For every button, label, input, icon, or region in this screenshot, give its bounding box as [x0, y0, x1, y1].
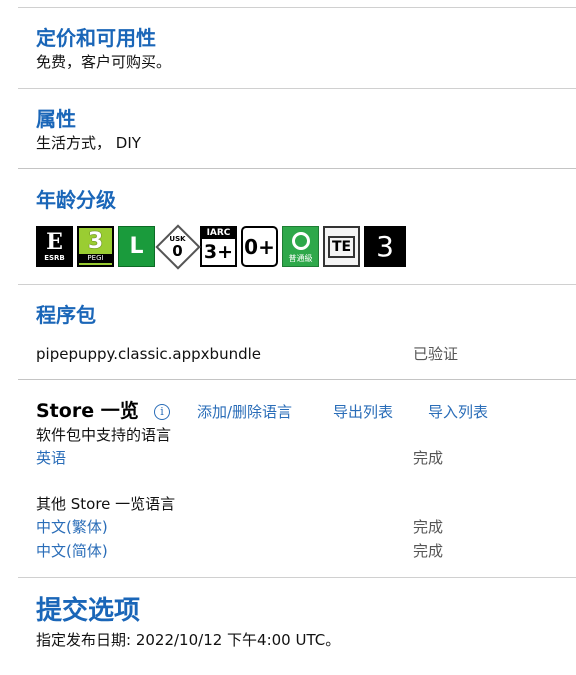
language-status: 完成: [413, 449, 444, 467]
pricing-heading[interactable]: 定价和可用性: [36, 26, 156, 50]
divider: [18, 577, 576, 578]
taiwan-general-rating-icon: 普通級: [282, 226, 319, 267]
submission-options-heading[interactable]: 提交选项: [36, 595, 140, 627]
export-list-link[interactable]: 导出列表: [333, 402, 393, 422]
language-status: 完成: [413, 542, 444, 560]
esrb-e-rating-icon: E ESRB: [36, 226, 73, 267]
usk-0-rating-icon: USK 0: [154, 223, 201, 270]
te-rating-icon: TE: [323, 226, 360, 267]
language-link-english[interactable]: 英语: [36, 448, 66, 468]
divider: [18, 88, 576, 89]
packages-heading[interactable]: 程序包: [36, 303, 96, 327]
language-link-chinese-traditional[interactable]: 中文(繁体): [36, 517, 108, 537]
classind-l-rating-icon: L: [118, 226, 155, 267]
age-3-rating-icon: 3: [364, 226, 406, 267]
other-languages-label: 其他 Store 一览语言: [36, 495, 176, 513]
supported-languages-label: 软件包中支持的语言: [36, 426, 172, 444]
pegi-3-rating-icon: 3 PEGI: [77, 226, 114, 267]
properties-heading[interactable]: 属性: [36, 107, 76, 131]
properties-text: 生活方式， DIY: [36, 134, 141, 152]
import-list-link[interactable]: 导入列表: [428, 402, 488, 422]
package-file-name: pipepuppy.classic.appxbundle: [36, 345, 261, 363]
package-status: 已验证: [413, 345, 459, 363]
age-0plus-rating-icon: 0+: [241, 226, 278, 267]
publish-date-text: 指定发布日期: 2022/10/12 下午4:00 UTC。: [36, 631, 341, 649]
divider: [18, 284, 576, 285]
info-icon[interactable]: i: [154, 404, 170, 420]
language-status: 完成: [413, 518, 444, 536]
language-link-chinese-simplified[interactable]: 中文(简体): [36, 541, 108, 561]
divider: [18, 7, 576, 8]
age-ratings-row: E ESRB 3 PEGI L USK 0 IARC 3+ 0+ 普通級 TE …: [36, 223, 406, 270]
store-listings-heading: Store 一览: [36, 400, 139, 422]
iarc-3plus-rating-icon: IARC 3+: [200, 226, 237, 267]
age-ratings-heading[interactable]: 年龄分级: [36, 188, 116, 212]
add-remove-languages-link[interactable]: 添加/删除语言: [197, 402, 292, 422]
divider: [18, 168, 576, 169]
pricing-text: 免费，客户可购买。: [36, 53, 172, 71]
submission-overview: 定价和可用性 免费，客户可购买。 属性 生活方式， DIY 年龄分级 E ESR…: [0, 0, 576, 675]
divider: [18, 379, 576, 380]
